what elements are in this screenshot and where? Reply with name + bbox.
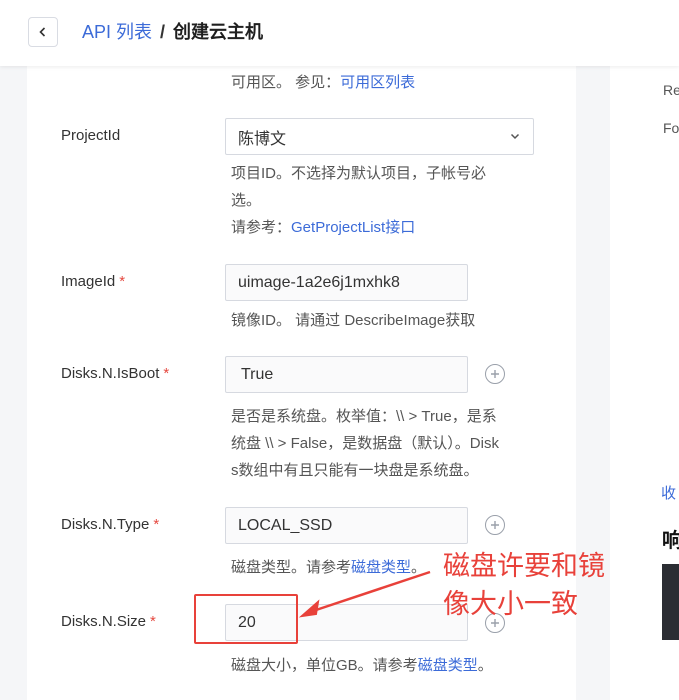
- disks-is-boot-label: Disks.N.IsBoot *: [61, 365, 169, 382]
- right-panel-text-re: Re: [663, 82, 679, 98]
- disks-size-label-text: Disks.N.Size: [61, 613, 147, 630]
- image-id-help: 镜像ID。 请通过 DescribeImage获取: [231, 312, 476, 329]
- plus-icon: [491, 370, 499, 378]
- annotation-note: 磁盘许要和镜 像大小一致: [443, 548, 673, 624]
- annotation-note-line1: 磁盘许要和镜: [443, 551, 605, 582]
- disks-type-value: LOCAL_SSD: [238, 516, 333, 534]
- disk-type-link[interactable]: 磁盘类型: [351, 559, 411, 576]
- project-id-label: ProjectId: [61, 127, 120, 144]
- annotation-highlight-box: [194, 594, 298, 644]
- project-id-help-ref-prefix: 请参考：: [231, 219, 292, 236]
- image-id-label: ImageId *: [61, 273, 125, 290]
- disks-is-boot-help-line3: s数组中有且只能有一块盘是系统盘。: [231, 462, 479, 479]
- chevron-left-icon: [39, 27, 46, 37]
- disks-type-help-suffix: 。: [411, 559, 427, 576]
- disks-is-boot-help: 是否是系统盘。枚举值：\\ > True，是系 统盘 \\ > False，是数…: [231, 403, 499, 484]
- image-id-input[interactable]: uimage-1a2e6j1mxhk8: [225, 264, 468, 301]
- annotation-note-line2: 像大小一致: [443, 589, 578, 620]
- disks-is-boot-value: True: [241, 365, 274, 383]
- required-mark: *: [150, 613, 156, 630]
- disks-type-help-prefix: 磁盘类型。请参考: [231, 559, 352, 576]
- project-id-label-text: ProjectId: [61, 127, 121, 144]
- disks-type-help: 磁盘类型。请参考磁盘类型。: [231, 554, 426, 581]
- project-id-help-line1: 项目ID。不选择为默认项目，子帐号必: [231, 165, 487, 182]
- project-id-help-line2: 选。: [231, 192, 262, 209]
- breadcrumb-separator: /: [160, 22, 166, 42]
- breadcrumb-api-list-link[interactable]: API 列表: [82, 20, 152, 44]
- disks-type-label-text: Disks.N.Type: [61, 516, 150, 533]
- get-project-list-link[interactable]: GetProjectList接口: [291, 219, 415, 236]
- disks-type-label: Disks.N.Type *: [61, 516, 159, 533]
- disks-type-input[interactable]: LOCAL_SSD: [225, 507, 468, 544]
- image-id-value: uimage-1a2e6j1mxhk8: [238, 273, 400, 291]
- right-panel-collapse-link[interactable]: 收: [661, 482, 676, 503]
- required-mark: *: [163, 365, 170, 382]
- page-title: 创建云主机: [173, 22, 264, 42]
- project-id-value: 陈博文: [238, 130, 287, 148]
- project-id-help-ref: 请参考：GetProjectList接口: [231, 214, 486, 241]
- zone-help-prefix: 可用区。 参见：: [231, 74, 341, 91]
- disks-size-label: Disks.N.Size *: [61, 613, 156, 630]
- page-header: API 列表 / 创建云主机: [0, 0, 679, 66]
- disks-size-help-suffix: 。: [477, 657, 493, 674]
- required-mark: *: [119, 273, 126, 290]
- zone-list-link[interactable]: 可用区列表: [340, 74, 415, 91]
- breadcrumb: API 列表 / 创建云主机: [82, 20, 263, 44]
- disks-is-boot-input[interactable]: True: [225, 356, 468, 393]
- right-panel-text-fo: Fo: [663, 120, 679, 136]
- disks-size-help: 磁盘大小，单位GB。请参考磁盘类型。: [231, 652, 493, 679]
- add-disk-is-boot-button[interactable]: [485, 364, 505, 384]
- disks-is-boot-label-text: Disks.N.IsBoot: [61, 365, 160, 382]
- zone-help-text: 可用区。 参见：可用区列表: [231, 69, 415, 96]
- disks-size-help-prefix: 磁盘大小，单位GB。请参考: [231, 657, 418, 674]
- disk-size-type-link[interactable]: 磁盘类型: [418, 657, 478, 674]
- add-disk-type-button[interactable]: [485, 515, 505, 535]
- plus-icon: [491, 521, 499, 529]
- back-button[interactable]: [28, 17, 58, 47]
- chevron-down-icon: [510, 133, 520, 140]
- project-id-select[interactable]: 陈博文: [225, 118, 534, 155]
- required-mark: *: [153, 516, 160, 533]
- disks-is-boot-help-line2: 统盘 \\ > False，是数据盘（默认）。Disk: [231, 435, 499, 452]
- project-id-help: 项目ID。不选择为默认项目，子帐号必 选。 请参考：GetProjectList…: [231, 160, 486, 241]
- image-id-label-text: ImageId: [61, 273, 116, 290]
- disks-is-boot-help-line1: 是否是系统盘。枚举值：\\ > True，是系: [231, 408, 497, 425]
